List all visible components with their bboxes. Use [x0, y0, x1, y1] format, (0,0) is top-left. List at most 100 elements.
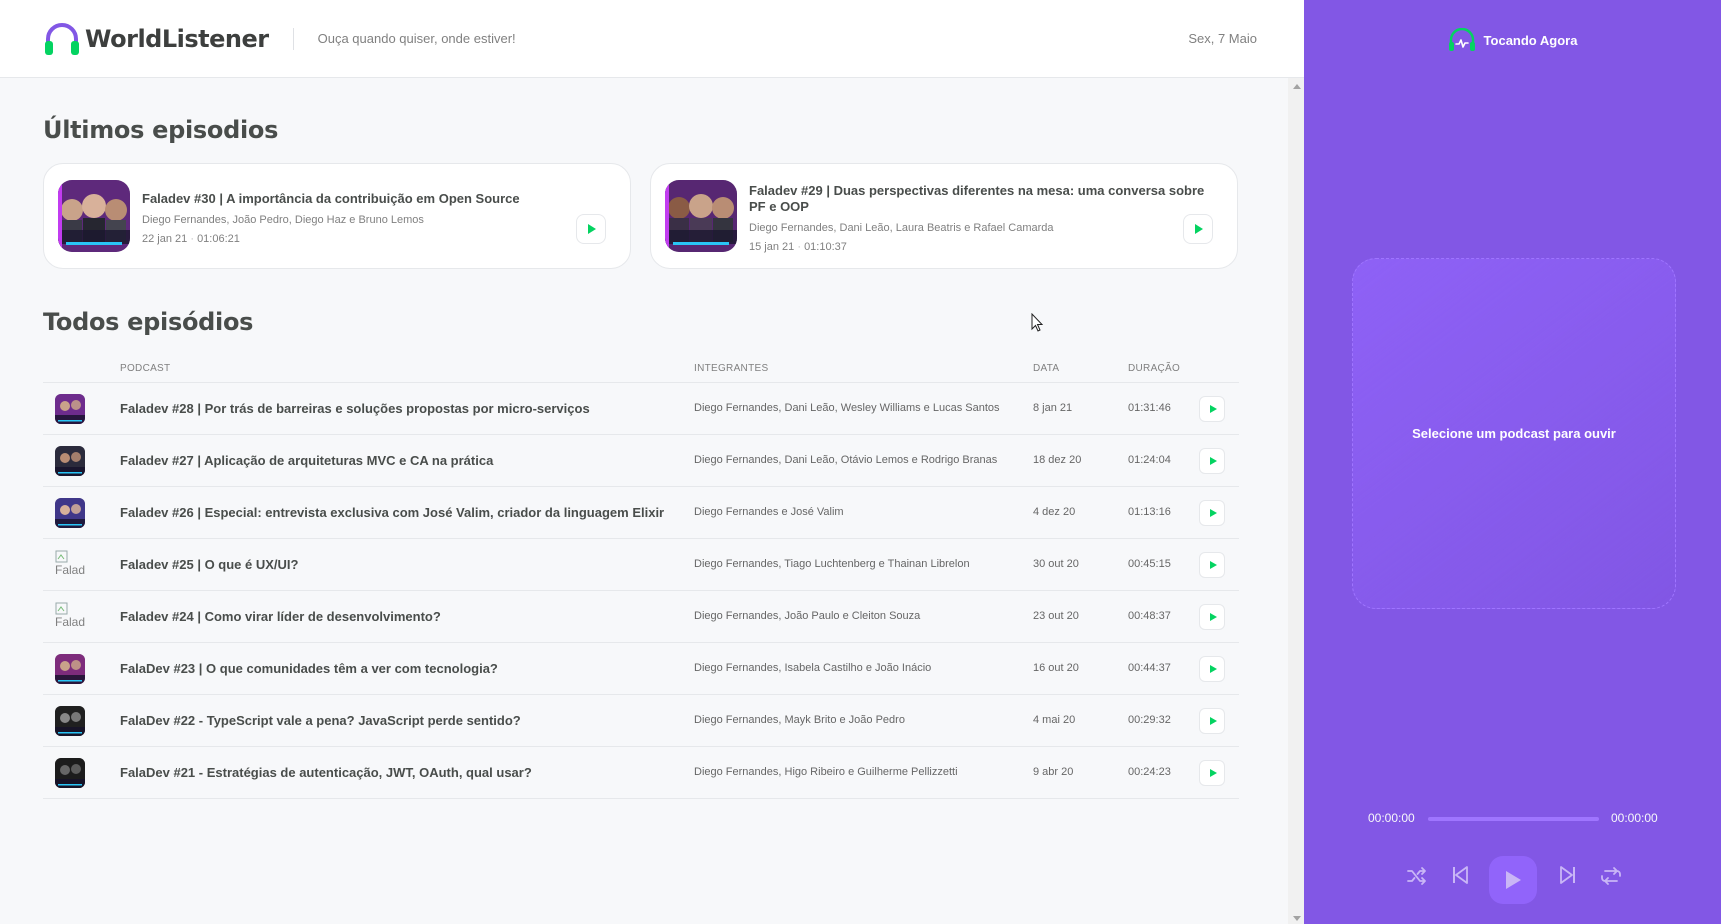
- headphones-icon: [1448, 28, 1475, 51]
- logo[interactable]: WorldListener: [43, 20, 269, 58]
- play-pause-button[interactable]: [1489, 856, 1537, 904]
- episode-thumbnail: [58, 180, 130, 252]
- play-icon: [1209, 769, 1217, 777]
- episode-date: 4 dez 20: [1033, 506, 1076, 518]
- episode-duration: 01:31:46: [1128, 402, 1171, 414]
- episode-duration: 00:29:32: [1128, 714, 1171, 726]
- episode-date: 18 dez 20: [1033, 454, 1082, 466]
- episode-date: 8 jan 21: [1033, 402, 1073, 414]
- broken-image-thumbnail: Falad: [55, 550, 91, 580]
- play-icon: [1195, 224, 1203, 234]
- episode-duration: 00:44:37: [1128, 662, 1171, 674]
- episode-meta: 22 jan 21 · 01:06:21: [142, 233, 240, 245]
- play-icon: [1506, 871, 1521, 889]
- column-header-members: Integrantes: [694, 363, 769, 374]
- episode-date: 23 out 20: [1033, 610, 1079, 622]
- episode-thumbnail: [55, 394, 85, 424]
- play-episode-button[interactable]: [1199, 500, 1225, 526]
- broken-image-alt: Falad: [55, 615, 86, 629]
- play-episode-button[interactable]: [1199, 396, 1225, 422]
- next-icon: [1560, 866, 1575, 884]
- episode-thumbnail: [55, 498, 85, 528]
- episode-members: Diego Fernandes, Tiago Luchtenberg e Tha…: [694, 558, 970, 570]
- table-row[interactable]: Falad Faladev #24 | Como virar líder de …: [43, 591, 1239, 643]
- broken-image-icon: [55, 602, 68, 615]
- episode-members: Diego Fernandes, Higo Ribeiro e Guilherm…: [694, 766, 958, 778]
- episode-date: 22 jan 21: [142, 233, 188, 245]
- play-icon: [1209, 405, 1217, 413]
- episode-members: Diego Fernandes, Dani Leão, Laura Beatri…: [749, 222, 1054, 234]
- episode-members: Diego Fernandes, Isabela Castilho e João…: [694, 662, 932, 674]
- episode-date: 15 jan 21: [749, 241, 795, 253]
- progress-bar[interactable]: [1428, 817, 1599, 821]
- total-time: 00:00:00: [1611, 811, 1658, 825]
- play-icon: [1209, 457, 1217, 465]
- play-episode-button[interactable]: [1199, 604, 1225, 630]
- next-button[interactable]: [1560, 866, 1576, 884]
- episode-date: 16 out 20: [1033, 662, 1079, 674]
- episode-title[interactable]: Faladev #30 | A importância da contribui…: [142, 191, 520, 207]
- scrollbar[interactable]: [1288, 78, 1304, 924]
- episode-title[interactable]: Faladev #27 | Aplicação de arquiteturas …: [120, 453, 493, 468]
- play-episode-button[interactable]: [576, 214, 606, 244]
- table-row[interactable]: Falad Faladev #25 | O que é UX/UI? Diego…: [43, 539, 1239, 591]
- play-episode-button[interactable]: [1199, 708, 1225, 734]
- header-divider: [292, 27, 294, 50]
- play-episode-button[interactable]: [1199, 448, 1225, 474]
- table-row[interactable]: FalaDev #22 - TypeScript vale a pena? Ja…: [43, 695, 1239, 747]
- play-episode-button[interactable]: [1199, 760, 1225, 786]
- play-icon: [1209, 613, 1217, 621]
- play-episode-button[interactable]: [1183, 214, 1213, 244]
- episode-date: 9 abr 20: [1033, 766, 1074, 778]
- episode-members: Diego Fernandes, João Pedro, Diego Haz e…: [142, 214, 424, 226]
- episode-members: Diego Fernandes, Mayk Brito e João Pedro: [694, 714, 905, 726]
- play-icon: [588, 224, 596, 234]
- episode-title[interactable]: FalaDev #21 - Estratégias de autenticaçã…: [120, 765, 532, 780]
- episode-title[interactable]: Faladev #25 | O que é UX/UI?: [120, 557, 298, 572]
- repeat-icon: [1601, 867, 1621, 885]
- episode-date: 30 out 20: [1033, 558, 1079, 570]
- episode-meta: 15 jan 21 · 01:10:37: [749, 241, 847, 253]
- episode-thumbnail: [55, 706, 85, 736]
- shuffle-icon: [1407, 867, 1426, 885]
- player-title: Tocando Agora: [1483, 32, 1578, 48]
- episode-duration: 00:24:23: [1128, 766, 1171, 778]
- episode-duration: 01:24:04: [1128, 454, 1171, 466]
- previous-icon: [1453, 866, 1468, 884]
- table-row[interactable]: Faladev #26 | Especial: entrevista exclu…: [43, 487, 1239, 539]
- table-row[interactable]: FalaDev #23 | O que comunidades têm a ve…: [43, 643, 1239, 695]
- play-episode-button[interactable]: [1199, 552, 1225, 578]
- episode-date: 4 mai 20: [1033, 714, 1076, 726]
- episode-title[interactable]: Faladev #29 | Duas perspectivas diferent…: [749, 183, 1219, 215]
- empty-player-placeholder: Selecione um podcast para ouvir: [1352, 258, 1676, 609]
- episode-thumbnail: [55, 758, 85, 788]
- column-header-duration: Duração: [1128, 363, 1181, 374]
- latest-episode-card[interactable]: Faladev #29 | Duas perspectivas diferent…: [650, 163, 1238, 269]
- scroll-up-arrow-icon[interactable]: [1293, 84, 1301, 89]
- episode-duration: 01:13:16: [1128, 506, 1171, 518]
- broken-image-icon: [55, 550, 68, 563]
- episode-title[interactable]: Faladev #26 | Especial: entrevista exclu…: [120, 505, 664, 520]
- table-row[interactable]: Faladev #27 | Aplicação de arquiteturas …: [43, 435, 1239, 487]
- scroll-down-arrow-icon[interactable]: [1293, 916, 1301, 921]
- repeat-button[interactable]: [1600, 866, 1622, 886]
- table-body: Faladev #28 | Por trás de barreiras e so…: [43, 383, 1239, 799]
- latest-episode-card[interactable]: Faladev #30 | A importância da contribui…: [43, 163, 631, 269]
- previous-button[interactable]: [1452, 866, 1468, 884]
- player-panel: Tocando Agora Selecione um podcast para …: [1304, 0, 1721, 924]
- episode-title[interactable]: Faladev #28 | Por trás de barreiras e so…: [120, 401, 590, 416]
- latest-episodes-title: Últimos episodios: [43, 116, 279, 144]
- episode-duration: 01:06:21: [197, 233, 240, 245]
- shuffle-button[interactable]: [1406, 866, 1428, 886]
- episode-title[interactable]: FalaDev #22 - TypeScript vale a pena? Ja…: [120, 713, 521, 728]
- play-episode-button[interactable]: [1199, 656, 1225, 682]
- play-icon: [1209, 509, 1217, 517]
- header-date: Sex, 7 Maio: [1188, 31, 1257, 46]
- episode-thumbnail: [55, 654, 85, 684]
- episode-thumbnail: [665, 180, 737, 252]
- logo-text: WorldListener: [85, 24, 269, 53]
- table-row[interactable]: Faladev #28 | Por trás de barreiras e so…: [43, 383, 1239, 435]
- episode-title[interactable]: Faladev #24 | Como virar líder de desenv…: [120, 609, 441, 624]
- table-row[interactable]: FalaDev #21 - Estratégias de autenticaçã…: [43, 747, 1239, 799]
- episode-title[interactable]: FalaDev #23 | O que comunidades têm a ve…: [120, 661, 498, 676]
